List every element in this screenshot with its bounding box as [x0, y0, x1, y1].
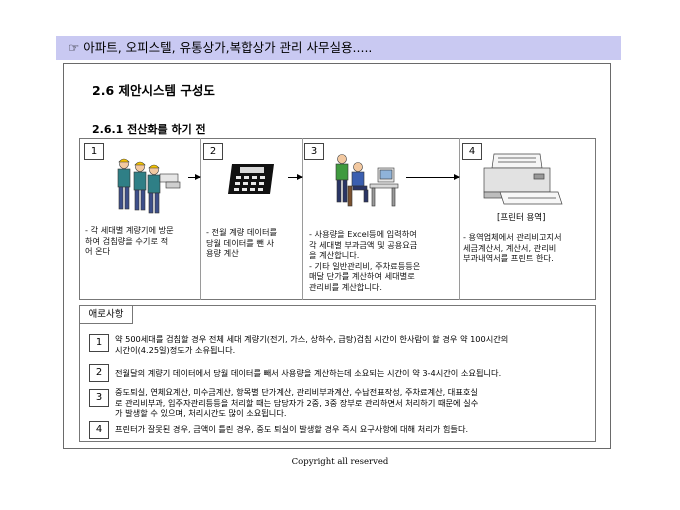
- header-banner: ☞ 아파트, 오피스텔, 유통상가,복합상가 관리 사무실용.....: [56, 36, 621, 60]
- step-number: 1: [84, 143, 104, 160]
- printer-illustration: [483, 153, 563, 205]
- banner-text: 아파트, 오피스텔, 유통상가,복합상가 관리 사무실용.....: [83, 40, 373, 55]
- printer-service-label: [프린터 용역]: [497, 213, 546, 223]
- step-number: 3: [304, 143, 324, 160]
- step-3-description: - 사용량을 Excel등에 입력하여 각 세대별 부과금액 및 공용요금 을 …: [309, 229, 421, 292]
- note-text: 전월달의 계량기 데이터에서 당월 데이터를 빼서 사용량을 계산하는데 소요되…: [115, 368, 502, 378]
- copyright-text: Copyright all reserved: [291, 457, 389, 467]
- flow-arrow: [406, 174, 460, 180]
- flow-arrow: [188, 174, 201, 180]
- note-number: 1: [89, 334, 109, 352]
- note-text: 중도퇴실, 연체요계산, 미수금계산, 항목별 단가계산, 관리비부과계산, 수…: [115, 387, 479, 418]
- step-2-description: - 전월 계량 데이터를 당월 데이터를 뺀 사 용량 계산: [206, 227, 278, 258]
- section-title: 2.6 제안시스템 구성도: [92, 83, 215, 98]
- pointing-hand-icon: ☞: [68, 40, 80, 55]
- step-divider: [459, 138, 460, 300]
- step-divider: [200, 138, 201, 300]
- difficulties-heading: 애로사항: [79, 305, 133, 324]
- note-text: 약 500세대를 검침할 경우 전체 세대 계량기(전기, 가스, 상하수, 급…: [115, 334, 509, 355]
- section-subtitle: 2.6.1 전산화를 하기 전: [92, 123, 206, 136]
- flow-arrow: [288, 174, 303, 180]
- note-number: 2: [89, 364, 109, 382]
- step-1-description: - 각 세대별 계량기에 방문 하여 검침량을 수기로 적 어 온다: [85, 225, 174, 256]
- calculator-illustration: [228, 164, 274, 194]
- step-number: 4: [462, 143, 482, 160]
- office-workers-illustration: [335, 154, 399, 207]
- step-4-description: - 용역업체에서 관리비고지서 세금계산서, 계산서, 관리비 부과내역서를 프…: [463, 232, 562, 263]
- step-number: 2: [203, 143, 223, 160]
- meter-readers-illustration: [117, 158, 181, 214]
- note-text: 프린터가 잘못된 경우, 금액이 틀린 경우, 중도 퇴실이 발생할 경우 즉시…: [115, 424, 469, 434]
- note-number: 4: [89, 421, 109, 439]
- step-divider: [302, 138, 303, 300]
- note-number: 3: [89, 389, 109, 407]
